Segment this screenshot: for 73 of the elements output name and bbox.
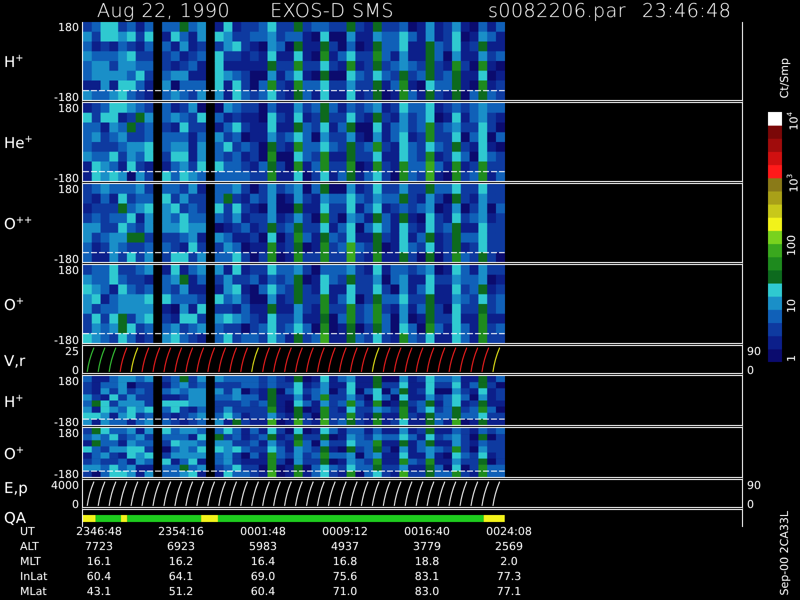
table-cell-text: 64.1 — [168, 569, 194, 584]
row-label: InLat — [20, 569, 48, 584]
panel-label: H$^{+}$ — [3, 394, 24, 410]
table-cell-text: 2.0 — [499, 554, 519, 569]
axis-tick-label: 180 — [58, 265, 79, 276]
table-cell-text: 43.1 — [86, 584, 112, 599]
colorbar-label: 10 — [784, 298, 799, 313]
axis-tick-label: -180 — [54, 254, 79, 265]
table-cell-text: 69.0 — [250, 569, 276, 584]
table-cell-text: 83.0 — [414, 584, 440, 599]
axis-tick-label: 0 — [747, 365, 755, 376]
panel-label: O$^{++}$ — [3, 216, 34, 233]
axis-tick-label: 180 — [58, 428, 79, 439]
table-cell-text: 0001:48 — [239, 524, 287, 539]
table-cell-text: 16.4 — [250, 554, 276, 569]
table-cell-text: 0009:12 — [321, 524, 369, 539]
colorbar-label: 1 — [784, 355, 799, 362]
plot-time: 23:46:48 — [642, 0, 732, 22]
axis-tick-label: 25 — [65, 346, 79, 357]
table-cell-text: 16.1 — [86, 554, 112, 569]
table-cell-text: 71.0 — [332, 584, 358, 599]
table-cell-text: 2346:48 — [75, 524, 123, 539]
table-cell-text: 51.2 — [168, 584, 194, 599]
table-cell-text: 60.4 — [250, 584, 276, 599]
table-cell-text: 77.3 — [496, 569, 522, 584]
version-label: Sep-00 2CA33L — [778, 511, 790, 596]
row-label: MLT — [20, 554, 42, 569]
axis-tick-label: 180 — [58, 376, 79, 387]
colorbar-label: 100 — [784, 234, 799, 256]
table-cell-text: 7723 — [84, 539, 114, 554]
axis-tick-label: 180 — [58, 22, 79, 33]
axis-tick-label: -180 — [54, 417, 79, 428]
panel-label: QA — [3, 510, 28, 526]
axis-tick-label: -180 — [54, 173, 79, 184]
table-cell-text: 75.6 — [332, 569, 358, 584]
row-label: MLat — [20, 584, 48, 599]
panel-label: O$^{+}$ — [3, 297, 25, 314]
file-name: s0082206.par — [488, 0, 626, 22]
instrument-title: EXOS-D SMS — [270, 0, 394, 22]
axis-tick-label: -180 — [54, 469, 79, 480]
row-label: UT — [20, 525, 36, 539]
panel-label: H$^{+}$ — [3, 54, 24, 71]
unit-label: Ct/Smp — [778, 58, 790, 98]
table-cell-text: 83.1 — [414, 569, 440, 584]
axis-tick-label: 90 — [747, 346, 762, 357]
table-cell-text: 2354:16 — [157, 524, 205, 539]
axis-tick-label: 180 — [58, 103, 79, 114]
axis-tick-label: 0 — [72, 365, 79, 376]
axis-tick-label: 0 — [72, 499, 79, 510]
axis-tick-label: 90 — [747, 480, 762, 491]
axis-tick-label: 4000 — [51, 480, 79, 491]
axis-tick-label: 0 — [747, 499, 755, 510]
table-cell-text: 16.8 — [332, 554, 358, 569]
table-cell-text: 6923 — [166, 539, 196, 554]
table-cell-text: 0016:40 — [403, 524, 451, 539]
axis-tick-label: 180 — [58, 184, 79, 195]
panel-label: O$^{+}$ — [3, 446, 25, 462]
table-cell-text: 4937 — [330, 539, 360, 554]
table-cell-text: 5983 — [248, 539, 278, 554]
table-cell-text: 60.4 — [86, 569, 112, 584]
table-cell-text: 3779 — [412, 539, 442, 554]
table-cell-text: 16.2 — [168, 554, 194, 569]
axis-tick-label: -180 — [54, 335, 79, 346]
panel-label: E,p — [3, 480, 29, 496]
panel-label: He$^{+}$ — [3, 135, 34, 152]
row-label: ALT — [20, 539, 40, 554]
axis-tick-label: -180 — [54, 92, 79, 103]
table-cell-text: 77.1 — [496, 584, 522, 599]
table-cell-text: 0024:08 — [485, 524, 533, 539]
table-cell-text: 18.8 — [414, 554, 440, 569]
table-cell-text: 2569 — [494, 539, 524, 554]
plot-date: Aug 22, 1990 — [97, 0, 230, 22]
panel-label: V,r — [3, 352, 26, 370]
